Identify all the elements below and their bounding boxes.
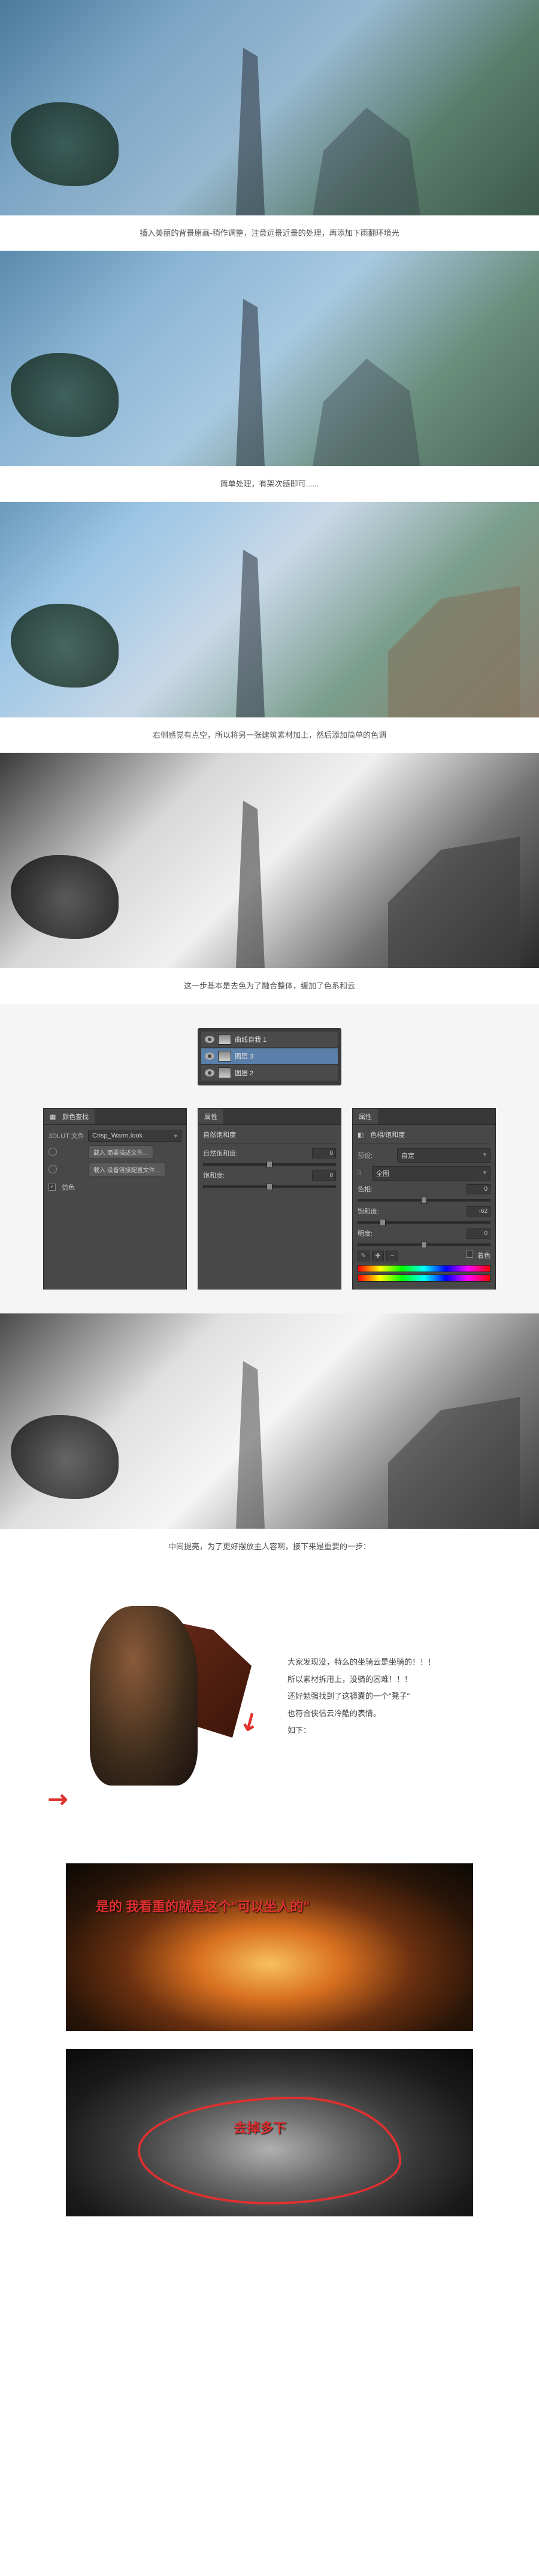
visibility-icon[interactable] [205,1053,214,1060]
vibrance-slider[interactable] [203,1163,336,1166]
visibility-icon[interactable] [205,1069,214,1076]
layer-name: 图层 3 [235,1051,253,1061]
hue-sat-panel: 属性 ◧ 色相/饱和度 预设: 自定 ☟ 全图 色相: 0 饱和度: -62 [352,1108,496,1289]
step-image-3 [0,502,539,717]
finger-icon[interactable]: ☟ [358,1169,368,1177]
light-value[interactable]: 0 [467,1228,490,1239]
text-line: 还好勉强找到了这褥囊的一个"凳子" [287,1688,503,1705]
vibrance-value[interactable]: 0 [312,1148,336,1158]
saturation-label: 饱和度: [203,1170,225,1180]
sat-value[interactable]: -62 [467,1206,490,1216]
hue-icon: ◧ [358,1131,366,1139]
layer-name: 曲线自我 1 [235,1035,267,1044]
load-devicelink-button[interactable]: 载入 设备链接配置文件... [88,1163,165,1176]
sat-label: 饱和度: [358,1206,379,1216]
caption-4: 这一步基本是去色为了融合整体，缓加了色系和云 [0,968,539,1003]
lut-file-dropdown[interactable]: Crisp_Warm.look [88,1130,181,1142]
cave-section: 是的 我看重的就是这个"可以坐人的" 去掉多下 [0,1851,539,2246]
caption-3: 右侧感觉有点空，所以将另一张建筑素材加上，然后添加简单的色调 [0,717,539,753]
eyedropper-minus-icon[interactable]: − [386,1251,398,1261]
caption-1: 插入美丽的背景原画-稍作调整，注意远景近景的处理，再添加下雨翻环境光 [0,215,539,251]
caption-2: 简单处理，有架次感即可...... [0,466,539,501]
layer-row[interactable]: 图层 2 [201,1065,338,1081]
text-line: 也符合侠侣云冷酷的表情。 [287,1705,503,1723]
dither-checkbox[interactable]: ✓ [49,1184,56,1191]
text-line: 所以素材拆用上，没骑的困难！！！ [287,1671,503,1689]
lut-file-label: 3DLUT 文件 [49,1131,84,1141]
step-image-5 [0,1313,539,1529]
hue-slider[interactable] [358,1199,490,1202]
character-image: ↙ ↗ [36,1582,264,1833]
cave-image-desat: 去掉多下 [66,2049,473,2216]
light-slider[interactable] [358,1243,490,1246]
saturation-slider[interactable] [203,1185,336,1188]
radio-icon[interactable] [49,1148,57,1156]
character-section: ↙ ↗ 大家发现没，特么的坐骑云是坐骑的！！！ 所以素材拆用上，没骑的困难！！！… [0,1564,539,1851]
character-text: 大家发现没，特么的坐骑云是坐骑的！！！ 所以素材拆用上，没骑的困难！！！ 还好勉… [287,1582,503,1739]
vibrance-panel: 属性 自然饱和度 自然饱和度: 0 饱和度: 0 [198,1108,341,1289]
hue-label: 色相: [358,1184,373,1194]
layer-thumbnail [218,1067,231,1078]
eyedropper-plus-icon[interactable]: ✚ [372,1251,384,1261]
caption-5: 中间提亮，为了更好摆放主人容啊，接下来是重要的一步： [0,1529,539,1564]
annotation-text: 是的 我看重的就是这个"可以坐人的" [96,1896,310,1915]
preset-label: 预设: [358,1151,393,1160]
selection-outline [138,2097,401,2204]
arrow-icon: ↗ [41,1783,75,1816]
hue-strip-bottom [358,1275,490,1282]
tab-label: 颜色查找 [62,1114,89,1121]
photoshop-panels-section: 曲线自我 1 图层 3 图层 2 ▦ 颜色查找 3DLUT 文件 [0,1004,539,1313]
colorize-checkbox[interactable] [466,1251,473,1258]
vibrance-title: 自然饱和度 [203,1132,236,1139]
visibility-icon[interactable] [205,1036,214,1043]
layers-panel: 曲线自我 1 图层 3 图层 2 [198,1028,341,1085]
cave-image-color: 是的 我看重的就是这个"可以坐人的" [66,1863,473,2031]
hue-strip-top [358,1265,490,1272]
layer-thumbnail [218,1034,231,1045]
grid-icon: ▦ [50,1113,58,1121]
layer-row[interactable]: 曲线自我 1 [201,1032,338,1047]
tab-properties[interactable]: 属性 [198,1109,223,1124]
step-image-2 [0,251,539,466]
scope-dropdown[interactable]: 全图 [372,1166,490,1181]
saturation-value[interactable]: 0 [312,1170,336,1181]
layer-thumbnail [218,1051,231,1062]
text-line: 如下： [287,1722,503,1739]
colorize-label: 着色 [477,1252,490,1260]
tab-color-lookup[interactable]: ▦ 颜色查找 [44,1109,95,1124]
hue-sat-title: 色相/饱和度 [370,1132,405,1139]
radio-icon[interactable] [49,1165,57,1173]
text-line: 大家发现没，特么的坐骑云是坐骑的！！！ [287,1654,503,1671]
vibrance-label: 自然饱和度: [203,1148,238,1158]
layer-row[interactable]: 图层 3 [201,1048,338,1064]
hue-value[interactable]: 0 [467,1184,490,1194]
layer-name: 图层 2 [235,1068,253,1078]
dither-label: 仿色 [62,1182,75,1192]
step-image-1 [0,0,539,215]
annotation-text: 去掉多下 [234,2118,286,2137]
step-image-4 [0,753,539,968]
load-profile-button[interactable]: 载入 简要描述文件... [88,1145,153,1159]
color-lookup-panel: ▦ 颜色查找 3DLUT 文件 Crisp_Warm.look 载入 简要描述文… [43,1108,187,1289]
light-label: 明度: [358,1228,373,1238]
eyedropper-icon[interactable]: ✎ [358,1251,370,1261]
preset-dropdown[interactable]: 自定 [397,1148,490,1163]
sat-slider[interactable] [358,1221,490,1224]
tab-properties[interactable]: 属性 [353,1109,378,1124]
